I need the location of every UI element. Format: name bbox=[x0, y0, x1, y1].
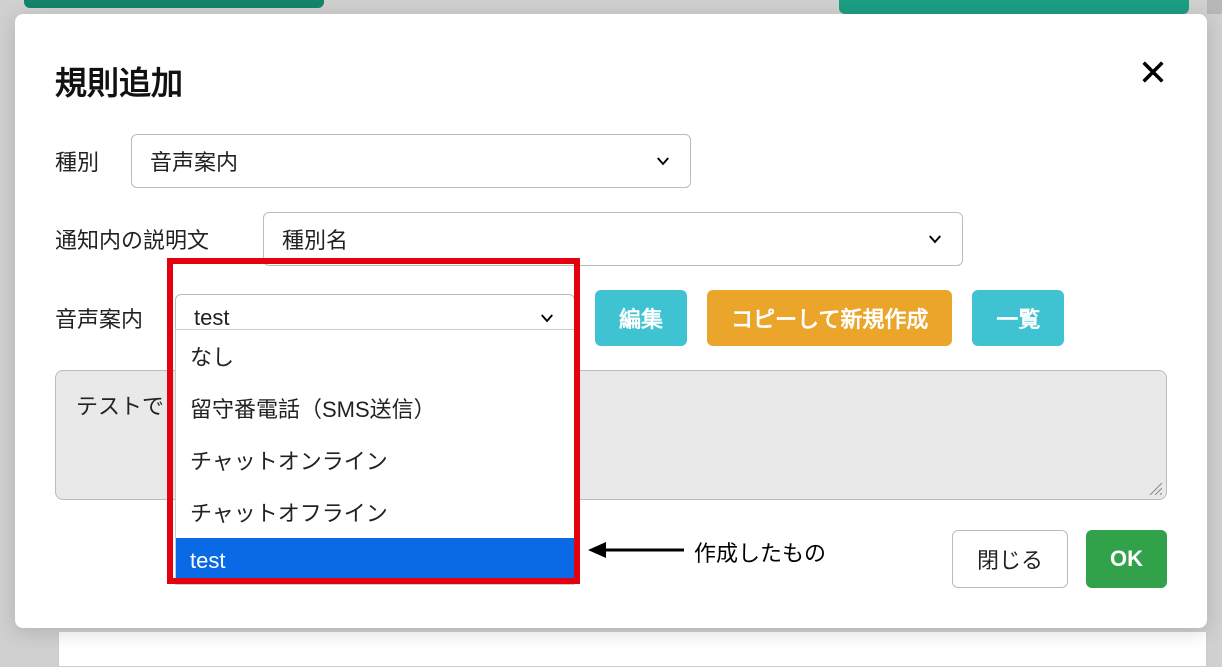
annotation-label: 作成したもの bbox=[694, 536, 826, 568]
dropdown-option[interactable]: チャットオフライン bbox=[176, 486, 574, 538]
background-decoration bbox=[24, 0, 324, 8]
form-row-type: 種別 音声案内 bbox=[55, 134, 1167, 188]
description-select[interactable]: 種別名 bbox=[263, 212, 963, 266]
dropdown-option-selected[interactable]: test bbox=[176, 538, 574, 584]
close-button[interactable]: 閉じる bbox=[952, 530, 1068, 588]
description-select-value: 種別名 bbox=[282, 223, 348, 255]
form-row-description: 通知内の説明文 種別名 bbox=[55, 212, 1167, 266]
close-icon[interactable] bbox=[1139, 58, 1167, 86]
voice-guide-dropdown-panel: なし 留守番電話（SMS送信） チャットオンライン チャットオフライン test bbox=[175, 329, 575, 585]
chevron-down-icon bbox=[654, 152, 672, 170]
dropdown-option[interactable]: 留守番電話（SMS送信） bbox=[176, 382, 574, 434]
dropdown-option[interactable]: なし bbox=[176, 330, 574, 382]
dropdown-option[interactable]: チャットオンライン bbox=[176, 434, 574, 486]
type-select-value: 音声案内 bbox=[150, 145, 238, 177]
edit-button[interactable]: 編集 bbox=[595, 290, 687, 346]
voice-guide-label: 音声案内 bbox=[55, 302, 155, 334]
background-decoration bbox=[839, 0, 1189, 14]
copy-new-button[interactable]: コピーして新規作成 bbox=[707, 290, 952, 346]
annotation-arrow-icon bbox=[588, 538, 688, 562]
type-label: 種別 bbox=[55, 145, 103, 177]
textarea-content: テストで bbox=[76, 394, 164, 419]
ok-button[interactable]: OK bbox=[1086, 530, 1167, 588]
chevron-down-icon bbox=[926, 230, 944, 248]
voice-guide-select-value: test bbox=[194, 305, 229, 331]
description-label: 通知内の説明文 bbox=[55, 223, 235, 255]
modal-title: 規則追加 bbox=[55, 58, 1167, 104]
list-button[interactable]: 一覧 bbox=[972, 290, 1064, 346]
background-scrollbar bbox=[1207, 0, 1222, 14]
type-select[interactable]: 音声案内 bbox=[131, 134, 691, 188]
resize-handle-icon[interactable] bbox=[1148, 481, 1162, 495]
chevron-down-icon bbox=[538, 309, 556, 327]
background-decoration bbox=[0, 632, 1222, 667]
